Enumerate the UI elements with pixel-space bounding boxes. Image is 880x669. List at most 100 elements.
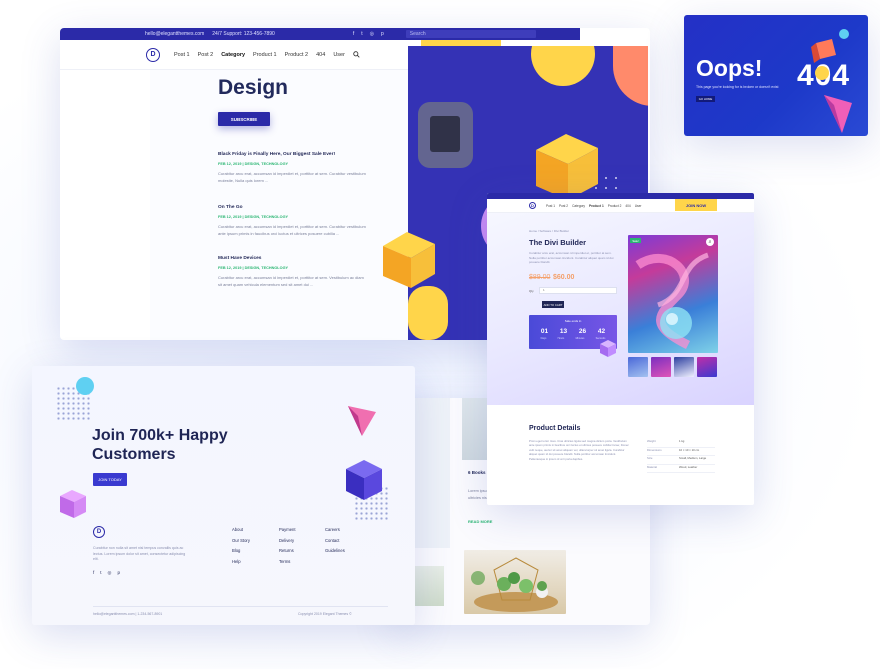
countdown-seconds: 42 xyxy=(597,328,606,335)
go-home-button[interactable]: GO HOME xyxy=(696,96,715,102)
showcase-stage: hello@elegantthemes.com 24/7 Support: 12… xyxy=(0,0,880,669)
topbar-email[interactable]: hello@elegantthemes.com xyxy=(145,31,204,37)
post-item[interactable]: On The Go FEB 12, 2019 | DESIGN, TECHNOL… xyxy=(218,205,368,237)
footer-logo[interactable]: D xyxy=(93,526,105,538)
footer-link[interactable]: Help xyxy=(232,559,250,570)
product-details-title: Product Details xyxy=(529,425,581,432)
instagram-icon[interactable]: ◎ xyxy=(370,31,374,37)
topbar-search-input[interactable]: Search xyxy=(405,30,536,38)
nav-item-post-2[interactable]: Post 2 xyxy=(559,204,568,208)
post-title[interactable]: Black Friday is Finally Here, Our Bigges… xyxy=(218,152,368,157)
nav-item-post-1[interactable]: Post 1 xyxy=(546,204,555,208)
footer-link[interactable]: Payment xyxy=(279,527,296,538)
countdown-label: Sale ends in xyxy=(564,319,582,323)
instagram-icon[interactable]: ◎ xyxy=(108,570,112,576)
countdown-unit: Minutes xyxy=(575,337,585,340)
read-more-link[interactable]: READ MORE xyxy=(468,519,492,524)
pinterest-icon[interactable]: p xyxy=(117,570,120,576)
zoom-icon[interactable]: ⌕ xyxy=(706,238,714,246)
nav-item-404[interactable]: 404 xyxy=(316,52,325,58)
post-meta: FEB 12, 2019 | DESIGN, TECHNOLOGY xyxy=(218,162,289,166)
dot-pattern xyxy=(354,486,390,520)
subscribe-button[interactable]: SUBSCRIBE xyxy=(218,112,270,126)
post-title[interactable]: On The Go xyxy=(218,205,368,210)
thumbnail[interactable] xyxy=(628,357,648,377)
countdown-days: 01 xyxy=(540,328,549,335)
post-title[interactable]: Must Have Devices xyxy=(218,256,368,261)
breadcrumb[interactable]: Home / Software / Divi Builder xyxy=(529,229,569,233)
nav-item-404[interactable]: 404 xyxy=(625,204,630,208)
countdown-unit: Days xyxy=(540,337,547,340)
site-logo[interactable]: D xyxy=(146,47,160,62)
quantity-input[interactable]: 1 xyxy=(539,287,617,294)
spec-row: Size Small, Medium, Large xyxy=(647,456,715,465)
add-to-cart-button[interactable]: ADD TO CART xyxy=(542,301,564,308)
footer-link[interactable]: Returns xyxy=(279,548,296,559)
footer-link[interactable]: Guidelines xyxy=(325,548,345,559)
post-meta: FEB 12, 2019 | DESIGN, TECHNOLOGY xyxy=(218,215,289,219)
facebook-icon[interactable]: f xyxy=(93,570,94,576)
nav-item-user[interactable]: User xyxy=(635,204,642,208)
product-page-card: D Post 1 Post 2 Category Product 1 Produ… xyxy=(487,193,754,505)
spec-row: Material Wood, Leather xyxy=(647,464,715,473)
join-customers-card: Join 700k+ Happy Customers JOIN TODAY D … xyxy=(32,366,415,625)
site-logo[interactable]: D xyxy=(529,202,536,209)
error-404-card: Oops! This page you're looking for is br… xyxy=(684,15,868,136)
dot-pattern xyxy=(56,386,92,420)
footer-link[interactable]: Terms xyxy=(279,559,296,570)
pinterest-icon[interactable]: p xyxy=(381,31,384,37)
footer-divider xyxy=(93,606,388,607)
sale-price: $60.00 xyxy=(553,274,575,281)
nav-item-category[interactable]: Category xyxy=(221,52,245,58)
footer-link[interactable]: Blog xyxy=(232,548,250,559)
post-item[interactable]: Black Friday is Finally Here, Our Bigges… xyxy=(218,152,368,184)
nav-item-post-2[interactable]: Post 2 xyxy=(198,52,214,58)
product-title: The Divi Builder xyxy=(529,238,587,247)
spec-value: 10 × 10 × 10 cm xyxy=(679,447,700,452)
footer-link[interactable]: About xyxy=(232,527,250,538)
countdown-unit: Hours xyxy=(557,337,565,340)
nav-item-product-1[interactable]: Product 1 xyxy=(589,204,604,208)
nav-item-user[interactable]: User xyxy=(333,52,345,58)
spec-value: 1 kg xyxy=(679,439,685,443)
nav-item-product-2[interactable]: Product 2 xyxy=(608,204,622,208)
spec-value: Small, Medium, Large xyxy=(679,456,707,460)
join-now-button[interactable]: JOIN NOW xyxy=(675,199,717,211)
thumbnail[interactable] xyxy=(651,357,671,377)
spec-value: Wood, Leather xyxy=(679,464,698,469)
footer-link[interactable]: Our Story xyxy=(232,538,250,549)
product-main-image[interactable] xyxy=(628,235,718,353)
twitter-icon[interactable]: t xyxy=(361,31,362,37)
join-today-button[interactable]: JOIN TODAY xyxy=(93,473,127,486)
footer-link[interactable]: Delivery xyxy=(279,538,296,549)
footer-social: f t ◎ p xyxy=(93,570,120,576)
countdown-hours: 13 xyxy=(559,328,568,335)
post-item[interactable]: Must Have Devices FEB 12, 2019 | DESIGN,… xyxy=(218,256,368,288)
top-bar: hello@elegantthemes.com 24/7 Support: 12… xyxy=(60,28,580,40)
nav-item-category[interactable]: Category xyxy=(572,204,585,208)
footer-column-3: Careers Contact Guidelines xyxy=(325,527,345,559)
search-icon[interactable] xyxy=(353,51,360,58)
product-specs-table: Weight 1 kg Dimensions 10 × 10 × 10 cm Siz… xyxy=(647,439,715,473)
twitter-icon[interactable]: t xyxy=(100,570,101,576)
post-card-title[interactable]: 6 Books xyxy=(468,470,486,475)
quantity-label: Qty xyxy=(529,289,534,293)
plant-illustration xyxy=(471,557,558,612)
product-details-text: Proin eget tortor risus. Cras ultricies … xyxy=(529,439,629,461)
facebook-icon[interactable]: f xyxy=(353,31,354,37)
nav-item-product-2[interactable]: Product 2 xyxy=(285,52,309,58)
footer-copyright: Copyright 2019 Elegant Themes © xyxy=(298,612,352,616)
footer-contact: hello@elegantthemes.com | 1-234-567-8901 xyxy=(93,612,163,616)
countdown-minutes: 26 xyxy=(578,328,587,335)
thumbnail[interactable] xyxy=(697,357,717,377)
terrarium-image xyxy=(464,550,566,614)
spec-key: Dimensions xyxy=(647,447,662,452)
nav-item-post-1[interactable]: Post 1 xyxy=(174,52,190,58)
footer-link[interactable]: Contact xyxy=(325,538,345,549)
post-card-image xyxy=(412,566,444,606)
countdown-units: Days Hours Minutes Seconds xyxy=(529,337,617,340)
footer-link[interactable]: Careers xyxy=(325,527,345,538)
error-code: 404 xyxy=(797,59,851,92)
thumbnail[interactable] xyxy=(674,357,694,377)
nav-item-product-1[interactable]: Product 1 xyxy=(253,52,277,58)
